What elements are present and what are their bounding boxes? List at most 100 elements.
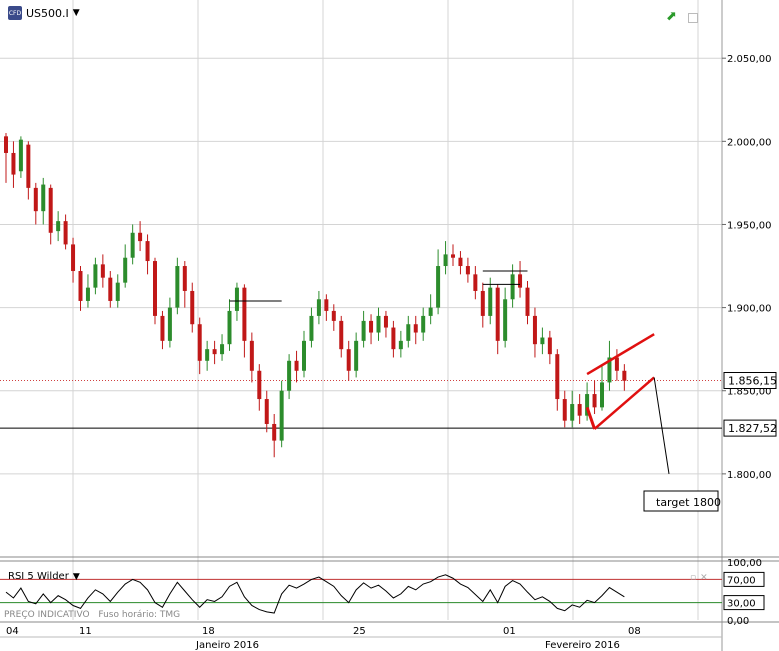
chart-toolbar: ⬈ [666, 10, 698, 24]
candle-body [480, 290, 485, 316]
candle-body [346, 349, 351, 371]
candle-body [532, 315, 537, 345]
symbol-header[interactable]: CFD US500.I ▼ [8, 6, 80, 20]
candle-body [369, 320, 374, 333]
candle-body [279, 390, 284, 441]
candle-body [205, 349, 210, 361]
candle-body [100, 264, 105, 278]
candle-body [436, 266, 441, 308]
candle-body [130, 232, 135, 258]
x-day-label: 25 [353, 626, 366, 637]
candle-body [570, 404, 575, 421]
candle-body [383, 315, 388, 328]
candle-body [78, 271, 83, 301]
footer-right: Fuso horário: TMG [98, 610, 181, 620]
candle-body [4, 136, 8, 153]
candle-body [272, 423, 277, 441]
candle-body [153, 261, 157, 316]
wedge-line [585, 406, 596, 430]
footer-left: PREÇO INDICATIVO [4, 610, 90, 620]
candle-body [242, 287, 247, 341]
close-icon[interactable]: ✕ [700, 573, 708, 583]
candle-body [510, 274, 515, 300]
symbol-label: US500.I [26, 6, 69, 20]
candle-body [555, 354, 560, 400]
candle-body [600, 382, 604, 408]
candle-body [302, 340, 306, 371]
candle-body [108, 277, 113, 301]
candle-body [18, 139, 23, 172]
candle-body [11, 152, 16, 175]
candle-body [294, 360, 299, 371]
price-tag-label: 1.856,15 [728, 375, 777, 388]
rsi-footer: PREÇO INDICATIVO Fuso horário: TMG [4, 610, 180, 620]
window-icon[interactable]: ▫ [690, 573, 696, 583]
y-tick-label: 2.000,00 [727, 137, 772, 148]
candle-body [212, 349, 217, 355]
candle-body [41, 184, 46, 212]
candle-body [406, 324, 411, 341]
rsi-tick-label: 30,00 [727, 599, 756, 610]
candle-body [525, 287, 530, 316]
wedge-upper-line [586, 333, 655, 376]
candle-body [331, 310, 336, 321]
candle-body [182, 266, 187, 291]
y-tick-label: 1.800,00 [727, 470, 772, 481]
candle-body [458, 257, 463, 267]
rsi-line [5, 574, 625, 614]
candle-body [63, 221, 68, 245]
candle-body [495, 287, 500, 341]
candle-body [197, 324, 202, 361]
x-day-label: 04 [6, 626, 19, 637]
target-arrow [653, 377, 670, 474]
x-month-label: Fevereiro 2016 [545, 640, 620, 651]
window-icon[interactable] [688, 13, 698, 23]
candle-body [540, 337, 545, 345]
candle-body [592, 394, 597, 408]
candle-body [190, 290, 195, 325]
candle-body [56, 221, 61, 232]
candle-body [339, 320, 344, 350]
target-label: target 1800 [656, 496, 721, 509]
candle-body [451, 254, 455, 258]
candle-body [257, 370, 262, 400]
rsi-tick-label: 0,00 [727, 616, 749, 627]
candle-body [503, 299, 508, 341]
candle-body [26, 144, 31, 188]
trend-up-icon[interactable]: ⬈ [666, 10, 680, 24]
x-day-label: 18 [202, 626, 215, 637]
y-tick-label: 2.050,00 [727, 54, 772, 65]
rsi-header[interactable]: RSI 5 Wilder ▼ [8, 571, 80, 582]
x-month-label: Janeiro 2016 [195, 640, 259, 651]
candle-body [473, 274, 478, 291]
candle-body [123, 257, 128, 283]
candle-body [324, 299, 329, 311]
candle-body [33, 187, 38, 212]
x-day-label: 11 [79, 626, 92, 637]
candle-body [264, 399, 269, 424]
rsi-tick-label: 100,00 [727, 558, 762, 569]
candle-body [145, 241, 150, 262]
candle-body [48, 187, 53, 233]
cfd-icon: CFD [8, 6, 22, 20]
candle-body [488, 287, 493, 316]
candle-body [443, 254, 448, 267]
rsi-label: RSI 5 Wilder [8, 571, 69, 582]
candle-body [354, 340, 359, 371]
caret-down-icon[interactable]: ▼ [73, 572, 80, 582]
candle-body [562, 399, 567, 421]
candle-body [577, 404, 582, 416]
candle-body [421, 315, 426, 333]
candle-body [547, 337, 552, 355]
candle-body [249, 340, 254, 371]
candle-body [391, 327, 396, 350]
candle-body [622, 370, 627, 381]
candle-body [361, 320, 366, 341]
caret-down-icon[interactable]: ▼ [73, 8, 80, 18]
rsi-toolbar: ▫ ✕ [690, 573, 708, 583]
candle-body [71, 244, 76, 272]
candle-body [428, 307, 433, 316]
candle-body [518, 274, 523, 288]
candle-body [309, 315, 314, 341]
y-tick-label: 1.950,00 [727, 220, 772, 231]
